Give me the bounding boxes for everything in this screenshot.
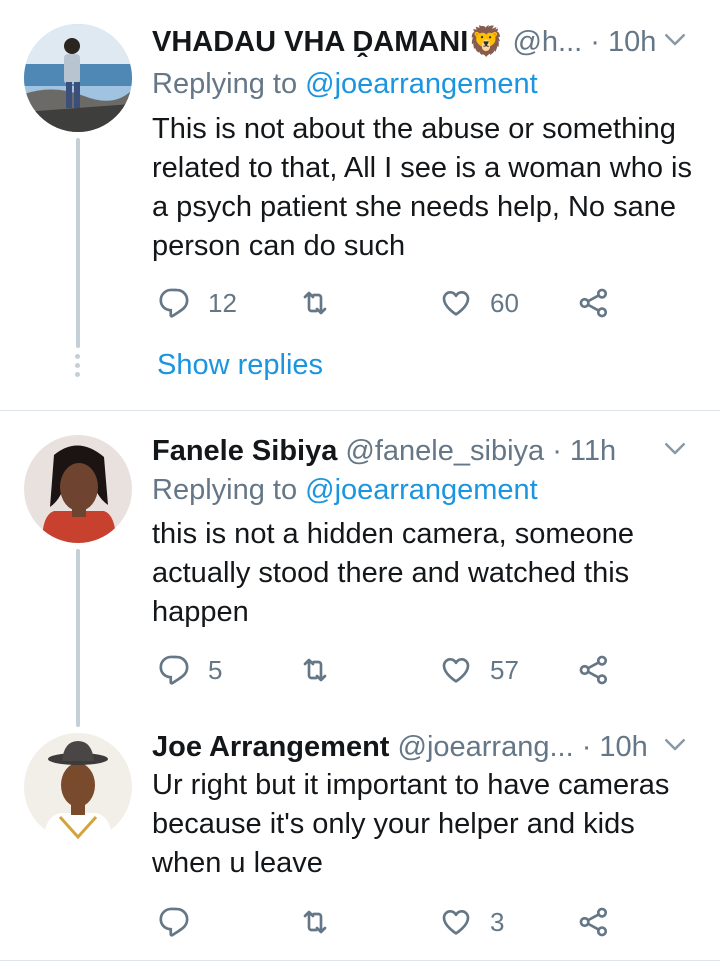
user-handle[interactable]: @fanele_sibiya (345, 435, 544, 467)
tweet-1[interactable]: VHADAU VHA ḒAMANI🦁 @h... · 10h Replying … (0, 0, 720, 410)
replying-to-label: Replying to (152, 68, 298, 100)
like-button[interactable]: 60 (440, 283, 519, 323)
replying-to-label: Replying to (152, 474, 298, 506)
share-button[interactable] (578, 650, 610, 690)
share-button[interactable] (578, 283, 610, 323)
user-handle[interactable]: @joearrang... (398, 731, 574, 763)
reply-icon (158, 287, 190, 319)
tweet-header: Joe Arrangement @joearrang... · 10h (152, 727, 690, 767)
tweet-text: Ur right but it important to have camera… (152, 769, 670, 879)
user-handle[interactable]: @h... (512, 26, 582, 58)
display-name[interactable]: Joe Arrangement (152, 731, 389, 763)
display-name[interactable]: VHADAU VHA ḒAMANI (152, 26, 468, 58)
like-button[interactable]: 57 (440, 650, 519, 690)
reply-icon (158, 906, 190, 938)
tweet-text: This is not about the abuse or something… (152, 113, 692, 262)
display-name[interactable]: Fanele Sibiya (152, 435, 337, 467)
like-icon (440, 906, 472, 938)
reply-button[interactable] (158, 902, 208, 942)
like-count: 60 (490, 287, 519, 318)
tweet-actions: 3 (152, 902, 632, 942)
avatar[interactable] (24, 24, 132, 132)
share-button[interactable] (578, 902, 610, 942)
tweet-text: this is not a hidden camera, someone act… (152, 518, 634, 628)
divider (0, 960, 720, 961)
share-icon (578, 906, 610, 938)
lion-emoji: 🦁 (468, 26, 505, 58)
like-icon (440, 287, 472, 319)
retweet-button[interactable] (299, 283, 349, 323)
mention-link[interactable]: @joearrangement (305, 68, 538, 100)
thread-line (76, 549, 80, 727)
more-replies-dots (75, 354, 81, 381)
retweet-icon (299, 287, 331, 319)
reply-count: 12 (208, 287, 237, 318)
avatar[interactable] (24, 733, 132, 841)
timestamp[interactable]: · 10h (590, 26, 656, 58)
timestamp[interactable]: · 11h (552, 435, 616, 467)
retweet-button[interactable] (299, 902, 349, 942)
retweet-icon (299, 654, 331, 686)
reply-icon (158, 654, 190, 686)
share-icon (578, 654, 610, 686)
timestamp[interactable]: · 10h (582, 731, 648, 763)
thread-line (76, 138, 80, 348)
tweet-header: VHADAU VHA ḒAMANI🦁 @h... · 10h (152, 22, 690, 62)
reply-button[interactable]: 12 (158, 283, 237, 323)
retweet-icon (299, 906, 331, 938)
chevron-down-icon[interactable] (660, 729, 690, 759)
tweet-header: Fanele Sibiya @fanele_sibiya · 11h (152, 431, 690, 471)
chevron-down-icon[interactable] (660, 24, 690, 54)
like-button[interactable]: 3 (440, 902, 504, 942)
chevron-down-icon[interactable] (660, 433, 690, 463)
replying-to: Replying to @joearrangement (152, 470, 538, 510)
avatar[interactable] (24, 435, 132, 543)
tweet-actions: 12 60 (152, 283, 632, 323)
share-icon (578, 287, 610, 319)
reply-count: 5 (208, 654, 223, 685)
mention-link[interactable]: @joearrangement (305, 474, 538, 506)
tweet-actions: 5 57 (152, 650, 632, 690)
replying-to: Replying to @joearrangement (152, 64, 538, 104)
tweet-3[interactable]: Joe Arrangement @joearrang... · 10h Ur r… (0, 711, 720, 969)
like-count: 57 (490, 654, 519, 685)
reply-button[interactable]: 5 (158, 650, 222, 690)
retweet-button[interactable] (299, 650, 349, 690)
show-replies-link[interactable]: Show replies (157, 349, 323, 382)
like-count: 3 (490, 906, 505, 937)
tweet-2[interactable]: Fanele Sibiya @fanele_sibiya · 11h Reply… (0, 411, 720, 727)
like-icon (440, 654, 472, 686)
